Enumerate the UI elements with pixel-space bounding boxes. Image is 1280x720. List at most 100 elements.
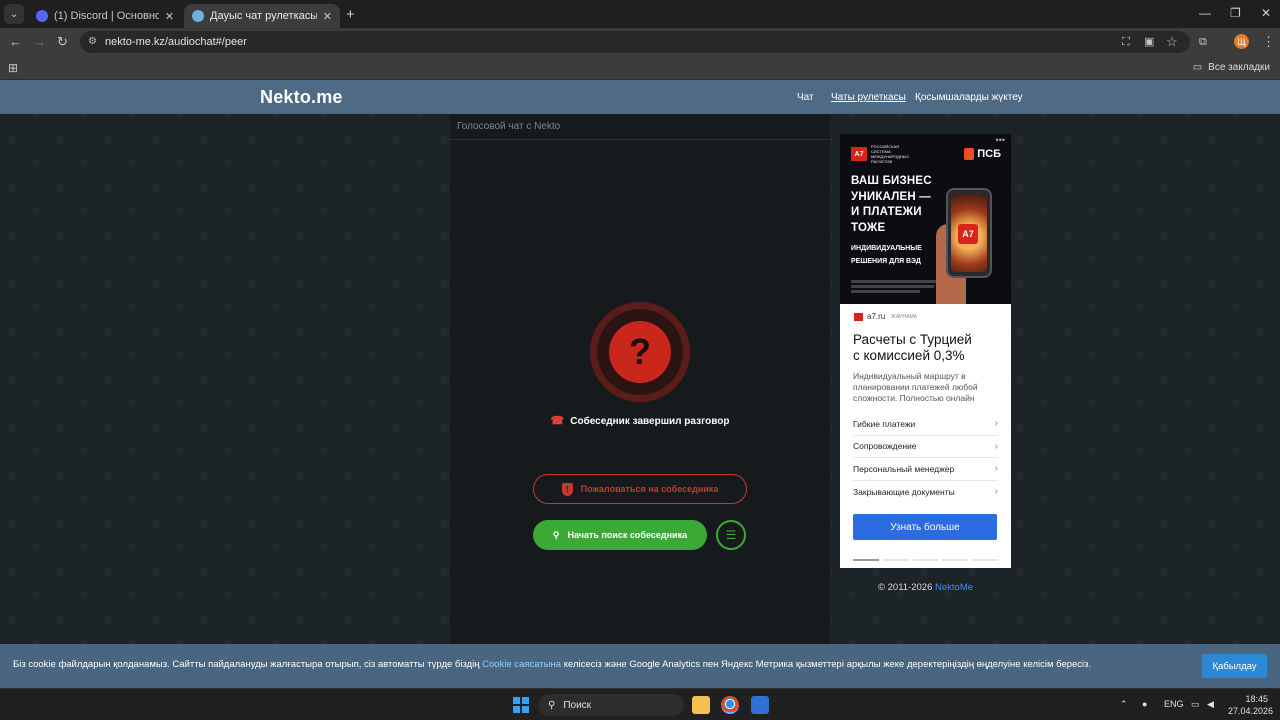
voice-chat-panel: Голосовой чат с Nekto ? ☎ Собеседник заве…	[450, 114, 830, 644]
all-bookmarks-button[interactable]: ▭ Все закладки	[1193, 62, 1270, 73]
ad-learn-more-button[interactable]: Узнать больше	[853, 514, 997, 540]
start-search-button[interactable]: ⚲ Начать поиск собеседника	[533, 520, 707, 550]
translate-icon[interactable]: ⛶	[1122, 35, 1130, 49]
ad-banner-image[interactable]: ••• A7 РОССИЙСКАЯ СИСТЕМА МЕЖДУНАРОДНЫХ …	[840, 134, 1011, 304]
fine-print-line	[851, 280, 943, 283]
site-header: Nekto.me Чат Чаты рулеткасы Қосымшаларды…	[0, 80, 1280, 114]
report-label: Пожаловаться на собеседника	[580, 484, 719, 494]
extensions-icon[interactable]: ⧉	[1199, 35, 1207, 49]
carousel-segment	[972, 559, 998, 561]
ad-link-personal-manager[interactable]: Персональный менеджер ›	[853, 458, 998, 481]
cookie-text: Біз cookie файлдарын қолданамыз. Сайтты …	[13, 659, 1091, 670]
carousel-segment	[912, 559, 939, 561]
back-arrow-icon[interactable]: ←	[9, 35, 22, 49]
new-tab-plus-icon[interactable]: +	[346, 6, 355, 23]
maximize-icon[interactable]: ❐	[1230, 6, 1241, 20]
close-tab-icon[interactable]: ✕	[323, 10, 332, 23]
ad-link-label: Гибкие платежи	[853, 418, 916, 429]
user-search-icon: ⚲	[552, 529, 560, 540]
call-status: ☎ Собеседник завершил разговор	[450, 414, 830, 427]
partner-avatar: ?	[590, 302, 690, 402]
fine-print-line	[851, 290, 920, 293]
phone-illustration: A7	[946, 188, 992, 278]
question-mark-icon: ?	[609, 321, 671, 383]
start-search-label: Начать поиск собеседника	[567, 530, 688, 540]
cast-icon[interactable]: ▣	[1144, 35, 1154, 49]
tray-chevron-up-icon[interactable]: ⌃	[1120, 699, 1128, 710]
clock-time: 18:45	[1245, 694, 1268, 704]
psb-logo-text: ПСБ	[977, 148, 1001, 160]
chrome-icon[interactable]	[721, 696, 739, 714]
taskbar-search-placeholder: Поиск	[563, 699, 592, 711]
ad-banner-headline: ВАШ БИЗНЕС УНИКАЛЕН — И ПЛАТЕЖИ ТОЖЕ	[851, 174, 932, 236]
tab-search-button[interactable]: ⌄	[4, 4, 24, 24]
cookie-banner: Біз cookie файлдарын қолданамыз. Сайтты …	[0, 644, 1280, 688]
ad-link-support[interactable]: Сопровождение ›	[853, 436, 998, 458]
profile-avatar[interactable]: Щ	[1234, 34, 1249, 49]
psb-logo: ПСБ	[964, 148, 1001, 160]
forward-arrow-icon[interactable]: →	[33, 35, 46, 49]
address-text: nekto-me.kz/audiochat#/peer	[105, 36, 247, 48]
ad-banner-subline: ИНДИВИДУАЛЬНЫЕ РЕШЕНИЯ ДЛЯ ВЭД	[851, 242, 922, 268]
psb-mark-icon	[964, 148, 975, 160]
chat-title: Голосовой чат с Nekto	[450, 114, 830, 140]
nav-download-apps[interactable]: Қосымшаларды жүктеу	[915, 92, 1023, 103]
chevron-right-icon: ›	[994, 463, 998, 475]
ad-block[interactable]: ••• A7 РОССИЙСКАЯ СИСТЕМА МЕЖДУНАРОДНЫХ …	[840, 134, 1011, 568]
a7-logo-mark: A7	[851, 147, 867, 161]
cookie-policy-link[interactable]: Cookie саясатына	[482, 659, 561, 670]
carousel-segment	[882, 559, 909, 561]
microphone-icon[interactable]: ●	[1142, 699, 1147, 709]
page-content: Nekto.me Чат Чаты рулеткасы Қосымшаларды…	[0, 80, 1280, 688]
ad-link-flexible-payments[interactable]: Гибкие платежи ›	[853, 413, 998, 436]
file-explorer-icon[interactable]	[692, 696, 710, 714]
search-settings-button[interactable]: ☰	[716, 520, 746, 550]
cookie-accept-button[interactable]: Қабылдау	[1202, 654, 1267, 678]
report-partner-button[interactable]: ! Пожаловаться на собеседника	[533, 474, 747, 504]
nav-chat[interactable]: Чат	[797, 92, 814, 103]
minimize-icon[interactable]: —	[1199, 6, 1211, 20]
windows-start-icon[interactable]	[513, 697, 529, 713]
site-info-icon[interactable]: ⚙	[88, 36, 97, 47]
apps-grid-icon[interactable]: ⊞	[8, 61, 18, 75]
address-bar[interactable]: ⚙ nekto-me.kz/audiochat#/peer	[80, 31, 1190, 53]
bookmark-star-icon[interactable]: ☆	[1166, 35, 1178, 49]
all-bookmarks-label: Все закладки	[1208, 62, 1270, 73]
ad-title[interactable]: Расчеты с Турцией с комиссией 0,3%	[853, 332, 972, 364]
taskbar-clock[interactable]: 18:45 27.04.2026	[1228, 693, 1273, 717]
fine-print-line	[851, 285, 934, 288]
ad-description: Индивидуальный маршрут в планировании пл…	[853, 371, 978, 403]
ad-source[interactable]: a7.ru ЖАРНАМА	[854, 312, 917, 321]
nekto-favicon-icon	[192, 10, 204, 22]
close-window-icon[interactable]: ✕	[1261, 6, 1271, 20]
network-icon[interactable]: ▭	[1191, 699, 1200, 710]
nav-chat-roulette[interactable]: Чаты рулеткасы	[831, 92, 906, 103]
a7-logo: A7 РОССИЙСКАЯ СИСТЕМА МЕЖДУНАРОДНЫХ РАСЧ…	[851, 144, 911, 164]
search-icon: ⚲	[548, 699, 556, 711]
menu-kebab-icon[interactable]: ⋮	[1262, 35, 1275, 49]
store-icon[interactable]	[751, 696, 769, 714]
tab-nekto[interactable]: Дауыс чат рулеткасы — Nekto ✕	[184, 4, 340, 28]
browser-tab-strip: ⌄ (1) Discord | Основной | се ✕ Дауыс ча…	[0, 0, 1280, 28]
volume-icon[interactable]: ◀	[1207, 699, 1214, 710]
carousel-segment	[942, 559, 969, 561]
copyright-text: © 2011-2026	[878, 582, 936, 593]
ad-link-closing-documents[interactable]: Закрывающие документы ›	[853, 481, 998, 504]
ad-banner-logos: A7 РОССИЙСКАЯ СИСТЕМА МЕЖДУНАРОДНЫХ РАСЧ…	[851, 144, 1001, 164]
ad-link-label: Персональный менеджер	[853, 463, 955, 474]
ad-title-line: с комиссией 0,3%	[853, 348, 965, 363]
tab-discord[interactable]: (1) Discord | Основной | се ✕	[28, 4, 182, 28]
close-tab-icon[interactable]: ✕	[165, 10, 174, 23]
site-logo[interactable]: Nekto.me	[260, 87, 343, 108]
cookie-text-after: келісесіз және Google Analytics пен Янде…	[561, 659, 1092, 670]
copyright: © 2011-2026 NektoMe	[878, 582, 973, 593]
reload-icon[interactable]: ↻	[57, 35, 68, 49]
copyright-link[interactable]: NektoMe	[935, 582, 973, 593]
ad-banner-sub: РЕШЕНИЯ ДЛЯ ВЭД	[851, 258, 921, 265]
call-status-text: Собеседник завершил разговор	[570, 416, 730, 427]
language-indicator[interactable]: ENG	[1164, 699, 1184, 709]
chevron-right-icon: ›	[994, 440, 998, 452]
cookie-text-before: Біз cookie файлдарын қолданамыз. Сайтты …	[13, 659, 483, 670]
ad-options-icon[interactable]: •••	[996, 135, 1005, 145]
taskbar-search[interactable]: ⚲ Поиск	[538, 694, 684, 716]
